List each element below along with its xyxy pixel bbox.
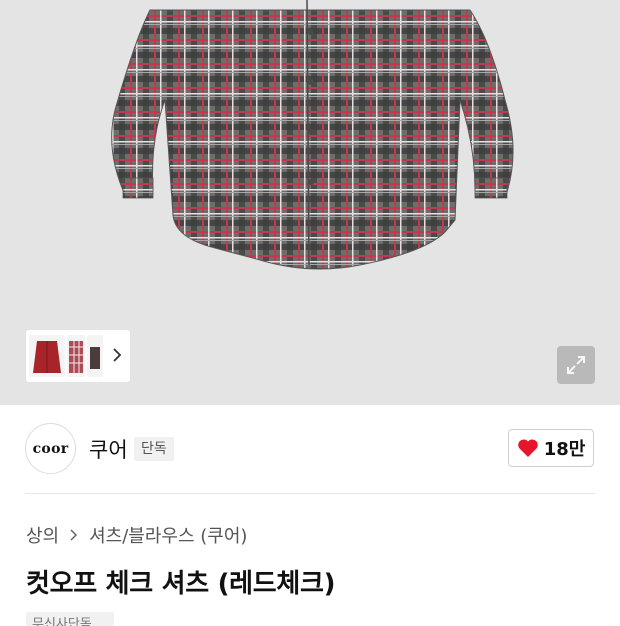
- breadcrumb-item[interactable]: 상의: [26, 522, 59, 548]
- expand-arrows-icon: [567, 356, 585, 374]
- thumbnail-1[interactable]: [29, 335, 65, 377]
- thumbnail-strip[interactable]: [26, 330, 130, 382]
- product-image-area[interactable]: [0, 0, 620, 405]
- like-button[interactable]: 18만: [508, 429, 594, 467]
- breadcrumb-item[interactable]: 셔츠/블라우스 (쿠어): [89, 522, 247, 548]
- divider: [25, 493, 595, 494]
- like-count: 18만: [543, 439, 586, 460]
- thumbnail-3[interactable]: [87, 335, 103, 377]
- heart-icon: [517, 439, 538, 457]
- expand-button[interactable]: [557, 346, 595, 384]
- breadcrumb: 상의 셔츠/블라우스 (쿠어): [26, 522, 247, 548]
- product-tag: 무신사단독: [26, 612, 114, 626]
- brand-logo[interactable]: coor: [25, 423, 76, 474]
- exclusive-badge: 단독: [134, 437, 174, 461]
- chevron-right-icon: [70, 529, 78, 541]
- brand-row: coor 쿠어 단독 18만: [0, 405, 620, 493]
- product-title: 컷오프 체크 셔츠 (레드체크): [26, 569, 336, 599]
- chevron-right-icon[interactable]: [110, 345, 124, 365]
- brand-name[interactable]: 쿠어: [89, 434, 128, 464]
- thumbnail-2[interactable]: [67, 335, 85, 377]
- product-image[interactable]: [95, 0, 525, 300]
